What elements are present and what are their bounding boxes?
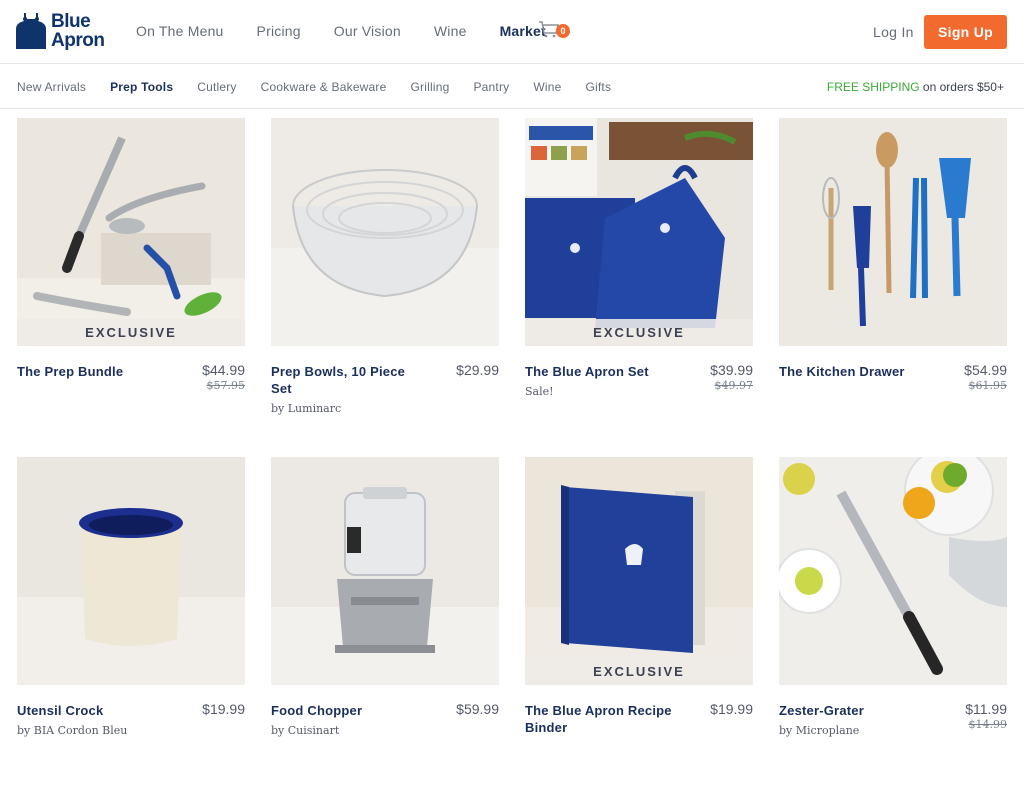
main-nav: On The Menu Pricing Our Vision Wine Mark… <box>136 23 579 39</box>
category-gifts[interactable]: Gifts <box>585 80 611 94</box>
product-price: $29.99 <box>456 362 499 378</box>
product-image[interactable] <box>271 457 499 685</box>
prep-bowls-image <box>271 118 499 346</box>
product-card[interactable]: The Kitchen Drawer $54.99 $61.95 <box>779 118 1007 457</box>
kitchen-drawer-image <box>779 118 1007 346</box>
product-brand: by Luminarc <box>271 402 342 415</box>
product-image[interactable] <box>271 118 499 346</box>
product-price: $39.99 <box>710 362 753 378</box>
exclusive-badge: EXCLUSIVE <box>525 658 753 685</box>
product-sale-note: Sale! <box>525 385 554 398</box>
product-price: $19.99 <box>710 701 753 717</box>
nav-wine[interactable]: Wine <box>434 23 467 39</box>
product-name[interactable]: The Blue Apron Set <box>525 363 675 380</box>
product-original-price: $49.97 <box>714 379 754 392</box>
product-brand: by Microplane <box>779 724 860 737</box>
category-grilling[interactable]: Grilling <box>411 80 450 94</box>
product-original-price: $14.99 <box>968 718 1008 731</box>
category-prep-tools[interactable]: Prep Tools <box>110 80 173 94</box>
nav-on-the-menu[interactable]: On The Menu <box>136 23 224 39</box>
product-name[interactable]: The Prep Bundle <box>17 363 167 380</box>
product-original-price: $57.95 <box>206 379 246 392</box>
exclusive-badge: EXCLUSIVE <box>17 319 245 346</box>
product-name[interactable]: The Blue Apron Recipe Binder <box>525 702 675 736</box>
nav-our-vision[interactable]: Our Vision <box>334 23 401 39</box>
signup-button[interactable]: Sign Up <box>924 15 1007 49</box>
category-cookware-bakeware[interactable]: Cookware & Bakeware <box>261 80 387 94</box>
cart-count-badge: 0 <box>556 24 570 38</box>
food-chopper-image <box>271 457 499 685</box>
zester-grater-image <box>779 457 1007 685</box>
category-wine[interactable]: Wine <box>533 80 561 94</box>
product-grid: EXCLUSIVE The Prep Bundle $44.99 $57.95 … <box>17 118 1007 796</box>
product-name[interactable]: Food Chopper <box>271 702 421 719</box>
exclusive-badge: EXCLUSIVE <box>525 319 753 346</box>
product-image[interactable] <box>779 118 1007 346</box>
product-image[interactable]: EXCLUSIVE <box>525 457 753 685</box>
category-nav: New Arrivals Prep Tools Cutlery Cookware… <box>17 80 635 94</box>
product-image[interactable]: EXCLUSIVE <box>525 118 753 346</box>
product-price: $44.99 <box>202 362 245 378</box>
product-card[interactable]: Food Chopper $59.99 by Cuisinart <box>271 457 499 796</box>
product-name[interactable]: The Kitchen Drawer <box>779 363 929 380</box>
product-card[interactable]: Prep Bowls, 10 Piece Set $29.99 by Lumin… <box>271 118 499 457</box>
product-price: $59.99 <box>456 701 499 717</box>
product-card[interactable]: EXCLUSIVE The Blue Apron Recipe Binder $… <box>525 457 753 796</box>
product-name[interactable]: Zester-Grater <box>779 702 929 719</box>
product-name[interactable]: Prep Bowls, 10 Piece Set <box>271 363 421 397</box>
category-pantry[interactable]: Pantry <box>473 80 509 94</box>
top-header: Blue Apron On The Menu Pricing Our Visio… <box>0 0 1024 64</box>
product-image[interactable] <box>17 457 245 685</box>
product-brand: by BIA Cordon Bleu <box>17 724 128 737</box>
free-shipping-highlight: FREE SHIPPING <box>826 80 920 94</box>
utensil-crock-image <box>17 457 245 685</box>
category-new-arrivals[interactable]: New Arrivals <box>17 80 86 94</box>
blue-apron-logo[interactable]: Blue Apron <box>16 9 108 53</box>
shipping-notice-text: on orders $50+ <box>919 80 1004 94</box>
product-brand: by Cuisinart <box>271 724 340 737</box>
apron-logo-icon <box>16 13 46 49</box>
shipping-notice: FREE SHIPPING on orders $50+ <box>827 80 1004 94</box>
prep-bundle-image <box>17 118 245 346</box>
product-name[interactable]: Utensil Crock <box>17 702 167 719</box>
product-price: $11.99 <box>965 701 1007 717</box>
logo-wordmark: Blue Apron <box>51 11 105 51</box>
category-cutlery[interactable]: Cutlery <box>197 80 236 94</box>
login-link[interactable]: Log In <box>873 24 914 40</box>
product-price: $19.99 <box>202 701 245 717</box>
product-image[interactable] <box>779 457 1007 685</box>
product-original-price: $61.95 <box>968 379 1008 392</box>
product-card[interactable]: EXCLUSIVE The Prep Bundle $44.99 $57.95 <box>17 118 245 457</box>
category-bar: New Arrivals Prep Tools Cutlery Cookware… <box>0 64 1024 109</box>
apron-set-image <box>525 118 753 346</box>
product-price: $54.99 <box>964 362 1007 378</box>
nav-pricing[interactable]: Pricing <box>257 23 301 39</box>
product-card[interactable]: EXCLUSIVE The Blue Apron Set $39.99 $49.… <box>525 118 753 457</box>
product-image[interactable]: EXCLUSIVE <box>17 118 245 346</box>
product-card[interactable]: Utensil Crock $19.99 by BIA Cordon Bleu <box>17 457 245 796</box>
recipe-binder-image <box>525 457 753 685</box>
cart-button[interactable]: 0 <box>538 20 572 42</box>
product-card[interactable]: Zester-Grater $11.99 $14.99 by Microplan… <box>779 457 1007 796</box>
